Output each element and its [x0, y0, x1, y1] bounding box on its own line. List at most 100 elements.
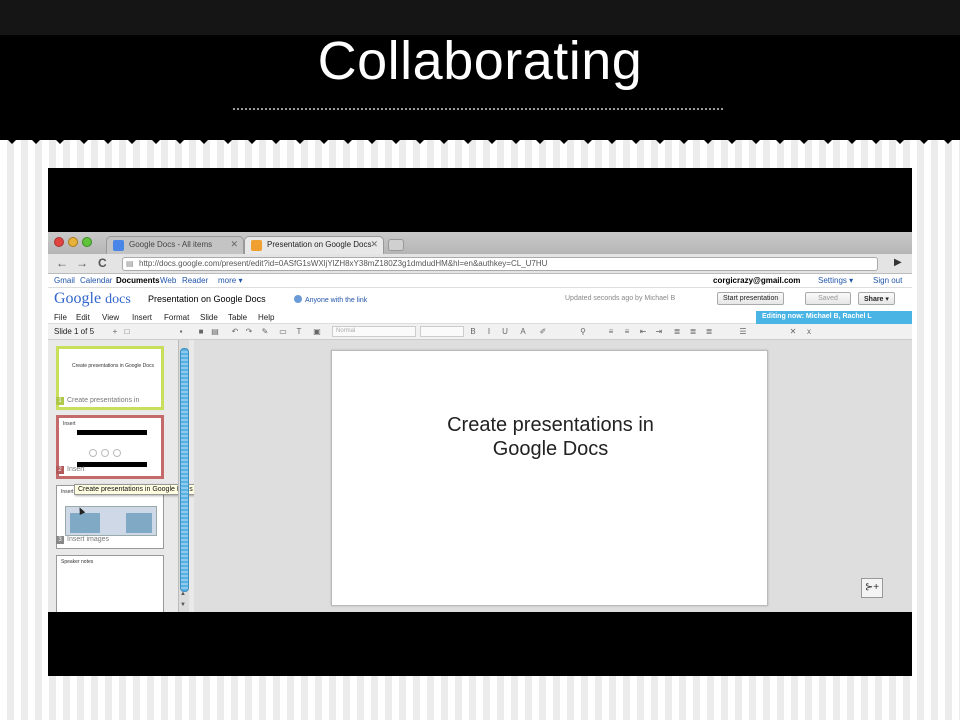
slide-filmstrip: Create presentations in Google Docs 1 Cre…	[48, 340, 220, 612]
menu-format[interactable]: Format	[164, 313, 189, 322]
tab-label: Google Docs - All items	[129, 240, 213, 249]
format-toolbar: Slide 1 of 5 + □ ▪ ■ ▤ ↶ ↷ ✎ ▭ T ▣ Norma…	[48, 324, 912, 340]
menu-edit[interactable]: Edit	[76, 313, 90, 322]
undo-icon[interactable]: ↶	[230, 327, 240, 337]
zoom-icon[interactable]: ▪	[176, 327, 186, 337]
decrease-indent-icon[interactable]: ⇤	[638, 327, 648, 337]
thumbnail-label-text: Create presentations in	[67, 397, 140, 404]
tab-close-icon[interactable]: ✕	[370, 239, 378, 250]
new-tab-button[interactable]	[388, 239, 404, 251]
print-icon[interactable]: ▤	[210, 327, 220, 337]
reload-icon[interactable]: C	[98, 256, 107, 270]
underline-icon[interactable]: U	[500, 327, 510, 337]
add-slide-icon[interactable]: +	[110, 327, 120, 337]
slide-header: Collaborating	[0, 0, 960, 144]
account-email: corgicrazy@gmail.com	[713, 276, 801, 285]
text-color-icon[interactable]: A	[518, 327, 528, 337]
insert-shape-icon[interactable]: ▭	[278, 327, 288, 337]
scroll-down-icon[interactable]: ▼	[180, 602, 186, 608]
sharing-status-text: Anyone with the link	[305, 297, 368, 304]
slide-number-badge: 3	[56, 536, 64, 544]
slide-thumbnail-4[interactable]: Speaker notes	[56, 555, 164, 612]
redo-icon[interactable]: ↷	[244, 327, 254, 337]
slide-title-line-1: Create presentations in	[447, 414, 654, 436]
thumbnail-text: Create presentations in Google Docs	[72, 363, 154, 369]
thumbnail-label-text: Insert	[67, 466, 85, 473]
share-button[interactable]: Share ▾	[858, 292, 895, 305]
window-minimize-icon[interactable]	[68, 237, 78, 247]
scroll-up-icon[interactable]: ▲	[180, 591, 186, 597]
thumbnail-label-text: Insert images	[67, 536, 110, 543]
bullet-list-icon[interactable]: ≡	[622, 327, 632, 337]
logo-docs-text: docs	[105, 292, 131, 307]
zigzag-border	[0, 124, 960, 144]
start-presentation-button[interactable]: Start presentation	[717, 292, 785, 305]
browser-toolbar: ← → C ▤ http://docs.google.com/present/e…	[48, 254, 912, 274]
slide-counter: Slide 1 of 5	[54, 327, 95, 336]
sharing-status[interactable]: Anyone with the link	[294, 295, 367, 304]
window-zoom-icon[interactable]	[82, 237, 92, 247]
forward-arrow-icon[interactable]: →	[76, 256, 88, 270]
bold-icon[interactable]: B	[468, 327, 478, 337]
gbar-link-reader[interactable]: Reader	[182, 276, 208, 285]
menu-table[interactable]: Table	[228, 313, 247, 322]
gbar-link-documents[interactable]: Documents	[116, 276, 160, 285]
increase-indent-icon[interactable]: ⇥	[654, 327, 664, 337]
clear-format-icon[interactable]: ✕	[788, 327, 798, 337]
menu-help[interactable]: Help	[258, 313, 274, 322]
menu-file[interactable]: File	[54, 313, 67, 322]
save-icon[interactable]: ■	[196, 327, 206, 337]
line-spacing-icon[interactable]: ☰	[738, 327, 748, 337]
gbar-link-gmail[interactable]: Gmail	[54, 276, 75, 285]
browser-window: Google Docs - All items ✕ Presentation o…	[48, 232, 912, 612]
slide-title-text[interactable]: Create presentations in Google Docs	[332, 413, 769, 461]
slide-canvas[interactable]: Create presentations in Google Docs	[331, 350, 768, 606]
editing-now-banner: Editing now: Michael B, Rachel L	[756, 311, 912, 324]
menu-slide[interactable]: Slide	[200, 313, 218, 322]
gbar-link-more[interactable]: more ▾	[218, 276, 242, 285]
align-center-icon[interactable]: ≣	[688, 327, 698, 337]
gbar-link-calendar[interactable]: Calendar	[80, 276, 112, 285]
tab-close-icon[interactable]: ✕	[230, 239, 238, 250]
browser-tab-all-items[interactable]: Google Docs - All items ✕	[106, 236, 244, 254]
speaker-notes-icon[interactable]: ⊱+	[861, 578, 883, 598]
link-icon[interactable]: ⚲	[578, 327, 588, 337]
slide-view-icon[interactable]: □	[122, 327, 132, 337]
thumbnail-bar-bottom	[77, 462, 147, 467]
align-right-icon[interactable]: ≣	[704, 327, 714, 337]
menu-view[interactable]: View	[102, 313, 119, 322]
thumbnail-shapes	[89, 444, 135, 457]
italic-icon[interactable]: I	[484, 327, 494, 337]
insert-image-icon[interactable]: ▣	[312, 327, 322, 337]
url-text: http://docs.google.com/present/edit?id=0…	[139, 259, 548, 268]
align-left-icon[interactable]: ≣	[672, 327, 682, 337]
numbered-list-icon[interactable]: ≡	[606, 327, 616, 337]
document-title[interactable]: Presentation on Google Docs	[148, 294, 266, 304]
back-arrow-icon[interactable]: ←	[56, 256, 68, 270]
insert-text-icon[interactable]: T	[294, 327, 304, 337]
menu-insert[interactable]: Insert	[132, 313, 152, 322]
page-icon: ▤	[126, 259, 134, 268]
gbar-link-web[interactable]: Web	[160, 276, 176, 285]
thumbnail-label-1: 1 Create presentations in	[56, 397, 139, 405]
go-arrow-icon[interactable]: ▶	[894, 257, 902, 268]
filmstrip-scrollbar[interactable]: ▲ ▼	[178, 340, 189, 612]
address-bar[interactable]: ▤ http://docs.google.com/present/edit?id…	[122, 257, 878, 271]
font-style-select[interactable]: Normal	[332, 326, 416, 337]
subscript-icon[interactable]: x	[804, 327, 814, 337]
thumbnail-title: Speaker notes	[61, 559, 94, 565]
scrollbar-thumb[interactable]	[180, 348, 189, 592]
google-docs-favicon-icon	[113, 240, 124, 251]
gbar-settings-link[interactable]: Settings ▾	[818, 276, 853, 285]
saved-button[interactable]: Saved	[805, 292, 851, 305]
window-close-icon[interactable]	[54, 237, 64, 247]
google-bar: Gmail Calendar Documents Web Reader more…	[48, 274, 912, 288]
globe-icon	[294, 295, 302, 303]
highlight-icon[interactable]: ✐	[538, 327, 548, 337]
gbar-signout-link[interactable]: Sign out	[873, 276, 902, 285]
slide-number-badge: 2	[56, 466, 64, 474]
font-size-select[interactable]	[420, 326, 464, 337]
google-docs-logo[interactable]: Google docs	[54, 290, 131, 308]
paint-format-icon[interactable]: ✎	[260, 327, 270, 337]
browser-tab-presentation[interactable]: Presentation on Google Docs ✕	[244, 236, 384, 254]
